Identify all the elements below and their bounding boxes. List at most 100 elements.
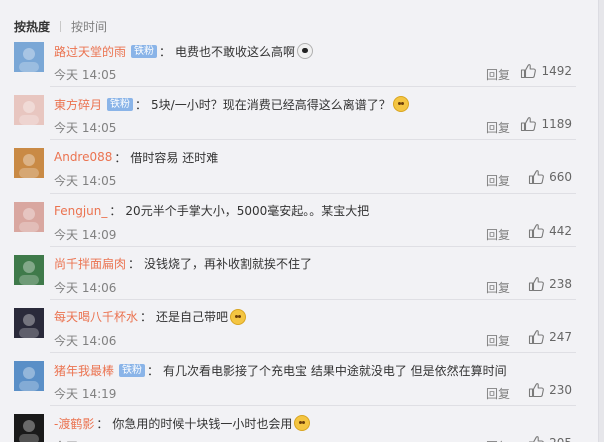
comment-text: 没钱烧了，再补收割就挨不住了: [144, 257, 313, 272]
comment-time: 今天 14:19: [54, 387, 117, 402]
like-count: 247: [549, 329, 572, 344]
thumbs-up-icon: [528, 329, 544, 345]
comment-body: 尚千拌面扁肉：没钱烧了，再补收割就挨不住了: [54, 255, 568, 273]
thumbs-up-icon: [520, 63, 537, 79]
fan-badge: 铁粉: [119, 363, 146, 377]
comment-time: 今天 14:05: [54, 174, 117, 189]
username-link[interactable]: 猪年我最棒: [54, 362, 114, 379]
thumbs-up-icon: [528, 276, 544, 292]
like-count: 1189: [541, 117, 572, 132]
colon-separator: ：: [128, 257, 141, 272]
like-button[interactable]: 230: [528, 382, 572, 398]
comment-item: Andre088：借时容易 还时难 今天 14:05 回复 660: [0, 140, 598, 194]
like-button[interactable]: 1189: [520, 116, 572, 132]
comment-text: 电费也不敢收这么高啊: [175, 44, 296, 59]
avatar[interactable]: [14, 201, 44, 232]
username-link[interactable]: 路过天堂的雨: [54, 43, 126, 60]
reply-button[interactable]: 回复: [486, 172, 510, 189]
colon-separator: ：: [159, 44, 172, 59]
username-link[interactable]: 東方碎月: [54, 96, 102, 113]
like-button[interactable]: 247: [528, 329, 572, 345]
thumbs-up-icon: [520, 116, 537, 132]
comment-item: 尚千拌面扁肉：没钱烧了，再补收割就挨不住了 今天 14:06 回复 238: [0, 247, 598, 301]
colon-separator: ：: [114, 150, 127, 165]
comment-text: 5块/一小时？现在消费已经高得这么离谱了？: [151, 97, 391, 112]
like-count: 660: [549, 170, 572, 185]
like-count: 1492: [541, 64, 572, 78]
reply-button[interactable]: 回复: [486, 279, 510, 296]
comment-text: 你急用的时候十块钱一小时也会用: [112, 416, 293, 431]
comment-body: 每天喝八千杯水：还是自己带吧: [54, 308, 568, 326]
username-link[interactable]: Fengjun_: [54, 204, 107, 218]
fan-badge: 铁粉: [107, 97, 134, 111]
avatar[interactable]: [14, 307, 44, 338]
comment-item: Fengjun_： 20元半个手掌大小，5000毫安起。。某宝大把 今天 14:09…: [0, 194, 598, 247]
comment-text: 还是自己带吧: [156, 310, 229, 325]
comment-text: 20元半个手掌大小，5000毫安起。。某宝大把: [125, 204, 370, 219]
avatar[interactable]: [14, 254, 44, 285]
avatar[interactable]: [14, 148, 44, 179]
sort-bar: 按热度 按时间: [14, 16, 107, 36]
username-link[interactable]: 尚千拌面扁肉: [54, 255, 126, 272]
reply-button[interactable]: 回复: [486, 385, 510, 402]
comment-body: 猪年我最棒 铁粉：有几次看电影接了个充电宝 结果中途就没电了 但是依然在算时间: [54, 361, 568, 379]
like-count: 230: [549, 383, 572, 398]
scrollbar-track[interactable]: [598, 0, 604, 442]
comment-time: 今天 14:09: [54, 227, 117, 242]
like-count: 442: [549, 223, 572, 238]
emoji-icon: [392, 96, 409, 113]
comment-item: 每天喝八千杯水：还是自己带吧 今天 14:06 回复 247: [0, 300, 598, 354]
avatar[interactable]: [14, 95, 44, 126]
username-link[interactable]: Andre088: [54, 150, 112, 164]
username-link[interactable]: 每天喝八千杯水: [54, 308, 138, 325]
comment-body: Andre088：借时容易 还时难: [54, 148, 568, 166]
comments-panel: 按热度 按时间 路过天堂的雨 铁粉：电费也不敢收这么高啊 今天 14:05 回复 149…: [0, 0, 598, 442]
avatar[interactable]: [14, 361, 44, 392]
colon-separator: ：: [96, 416, 109, 431]
comment-body: Fengjun_： 20元半个手掌大小，5000毫安起。。某宝大把: [54, 202, 568, 220]
emoji-icon: [230, 308, 247, 325]
like-button[interactable]: 238: [528, 276, 572, 292]
like-button[interactable]: 442: [528, 223, 572, 239]
avatar[interactable]: [14, 42, 44, 72]
colon-separator: ：: [147, 363, 160, 378]
reply-button[interactable]: 回复: [486, 226, 510, 243]
thumbs-up-icon: [528, 435, 544, 442]
emoji-icon: [294, 415, 311, 432]
comment-time: 今天 14:06: [54, 333, 117, 348]
thumbs-up-icon: [528, 169, 544, 185]
thumbs-up-icon: [528, 223, 544, 239]
comment-list: 路过天堂的雨 铁粉：电费也不敢收这么高啊 今天 14:05 回复 1492 東方碎月 铁粉：…: [0, 34, 598, 442]
like-count: 205: [549, 436, 572, 442]
colon-separator: ：: [109, 204, 122, 219]
like-button[interactable]: 205: [528, 435, 572, 442]
comment-body: 東方碎月 铁粉： 5块/一小时？现在消费已经高得这么离谱了？: [54, 95, 568, 113]
sort-divider: [60, 20, 62, 32]
comment-time: 今天 14:06: [54, 280, 117, 295]
colon-separator: ：: [135, 97, 148, 112]
comment-item: 猪年我最棒 铁粉：有几次看电影接了个充电宝 结果中途就没电了 但是依然在算时间 今天…: [0, 353, 598, 407]
like-count: 238: [549, 276, 572, 291]
colon-separator: ：: [140, 310, 153, 325]
reply-button[interactable]: 回复: [486, 66, 510, 83]
comment-item: -渡鹤影：你急用的时候十块钱一小时也会用今天 14:21 回复 205: [0, 406, 598, 442]
username-link[interactable]: -渡鹤影: [54, 415, 94, 432]
comment-text: 借时容易 还时难: [130, 150, 219, 165]
comment-item: 東方碎月 铁粉： 5块/一小时？现在消费已经高得这么离谱了？ 今天 14:05 回复 11…: [0, 87, 598, 141]
comment-text: 有几次看电影接了个充电宝 结果中途就没电了 但是依然在算时间: [163, 363, 507, 378]
comment-time: 今天 14:05: [54, 121, 117, 136]
sort-by-hot-tab[interactable]: 按热度: [14, 18, 50, 35]
emoji-icon: [297, 43, 314, 59]
avatar[interactable]: [14, 414, 44, 442]
comment-body: -渡鹤影：你急用的时候十块钱一小时也会用: [54, 414, 568, 432]
comment-item: 路过天堂的雨 铁粉：电费也不敢收这么高啊今天 14:05 回复 1492: [0, 34, 598, 88]
like-button[interactable]: 660: [528, 169, 572, 185]
thumbs-up-icon: [528, 382, 544, 398]
reply-button[interactable]: 回复: [486, 438, 510, 442]
fan-badge: 铁粉: [131, 44, 158, 58]
comment-time: 今天 14:05: [54, 68, 117, 82]
reply-button[interactable]: 回复: [486, 119, 510, 136]
sort-by-time-tab[interactable]: 按时间: [71, 18, 107, 35]
reply-button[interactable]: 回复: [486, 332, 510, 349]
like-button[interactable]: 1492: [520, 63, 572, 79]
